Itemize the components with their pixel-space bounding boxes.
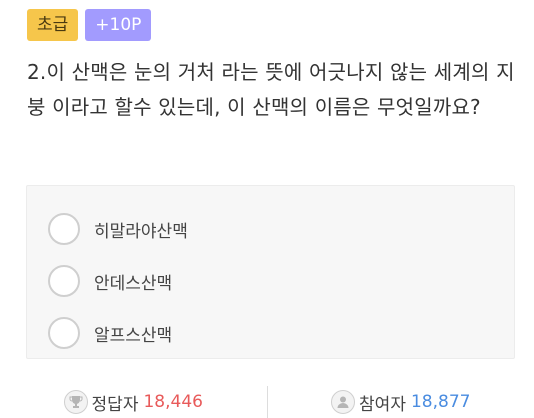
badge-group: 초급 +10P (27, 9, 152, 41)
option-himalaya[interactable]: 히말라야산맥 (27, 203, 514, 255)
stats-bar: 정답자 18,446 참여자 18,877 (0, 386, 534, 418)
answer-options: 히말라야산맥 안데스산맥 알프스산맥 (26, 185, 515, 359)
correct-label: 정답자 (91, 394, 139, 415)
person-icon (331, 390, 356, 414)
option-alps[interactable]: 알프스산맥 (27, 307, 514, 359)
correct-count: 정답자 18,446 (0, 386, 267, 418)
radio-button[interactable] (48, 265, 80, 297)
correct-value: 18,446 (143, 392, 203, 412)
participants-label: 참여자 (359, 394, 406, 415)
option-andes[interactable]: 안데스산맥 (27, 255, 514, 307)
participants-value: 18,877 (410, 392, 471, 412)
participant-count: 참여자 18,877 (268, 386, 534, 418)
question-text: 2.이 산맥은 눈의 거처 라는 뜻에 어긋나지 않는 세계의 지붕 이라고 할… (27, 60, 515, 119)
level-badge: 초급 (27, 9, 79, 41)
option-label: 알프스산맥 (94, 325, 173, 346)
radio-button[interactable] (48, 213, 80, 245)
radio-button[interactable] (48, 317, 80, 349)
option-label: 히말라야산맥 (94, 221, 188, 242)
trophy-icon (63, 390, 88, 414)
option-label: 안데스산맥 (94, 273, 173, 294)
points-badge: +10P (85, 9, 152, 41)
